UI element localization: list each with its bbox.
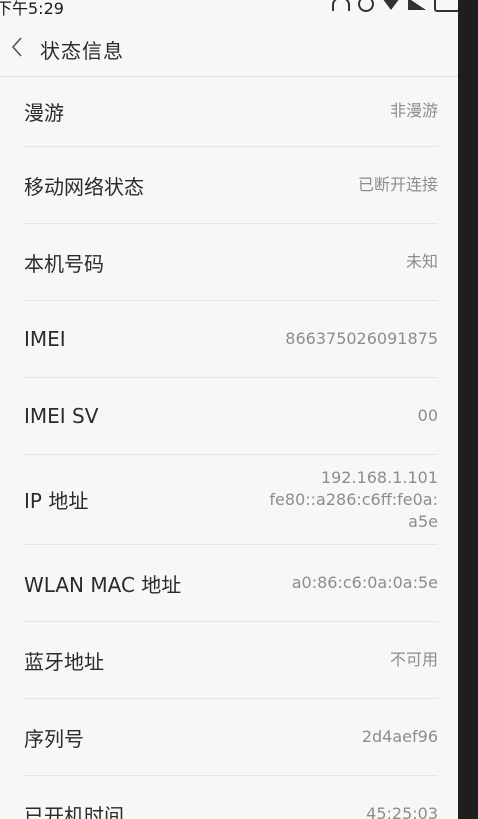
row-value: 不可用 (389, 650, 438, 669)
screen-edge (458, 0, 478, 819)
row-serial-number: 序列号 2d4aef96 (24, 699, 438, 776)
row-label: IP 地址 (24, 489, 89, 513)
row-label: IMEI (24, 327, 66, 351)
row-wlan-mac: WLAN MAC 地址 a0:86:c6:0a:0a:5e (24, 545, 438, 622)
row-label: 漫游 (24, 100, 64, 125)
row-label: IMEI SV (24, 404, 99, 428)
status-list: 漫游 非漫游 移动网络状态 已断开连接 本机号码 未知 IMEI 8663750… (0, 76, 458, 819)
row-label: WLAN MAC 地址 (24, 572, 182, 597)
row-value: 866375026091875 (285, 329, 438, 348)
status-icons (332, 0, 458, 12)
ip-v6-part-1: fe80::a286:c6ff:fe0a: (269, 489, 438, 509)
row-value: 45:25:03 (366, 804, 438, 819)
status-time: 下午5:29 (0, 0, 64, 18)
row-value-multiline: 192.168.1.101 fe80::a286:c6ff:fe0a: a5e (269, 467, 438, 533)
status-info-screen: 下午5:29 状态信息 漫游 非漫游 移动网络状态 已断开连接 本机号码 未知 (0, 0, 458, 819)
row-phone-number: 本机号码 未知 (24, 224, 438, 301)
row-bluetooth-address: 蓝牙地址 不可用 (24, 622, 438, 699)
ip-v6-part-2: a5e (408, 511, 438, 531)
status-bar: 下午5:29 (0, 0, 458, 18)
row-label: 序列号 (24, 726, 84, 751)
page-title: 状态信息 (40, 39, 124, 63)
row-value: a0:86:c6:0a:0a:5e (291, 573, 438, 592)
headset-icon (332, 0, 350, 11)
ip-v4: 192.168.1.101 (320, 467, 438, 487)
wifi-icon (382, 0, 400, 10)
row-value: 未知 (405, 252, 438, 271)
row-value: 2d4aef96 (361, 727, 438, 746)
chevron-left-icon[interactable] (10, 36, 24, 58)
row-value: 已断开连接 (357, 175, 438, 194)
row-uptime: 已开机时间 45:25:03 (24, 776, 438, 819)
alarm-icon (358, 0, 374, 12)
row-mobile-network-state: 移动网络状态 已断开连接 (24, 147, 438, 224)
row-label: 蓝牙地址 (24, 649, 104, 674)
row-label: 本机号码 (24, 251, 104, 276)
row-imei: IMEI 866375026091875 (24, 301, 438, 378)
row-label: 已开机时间 (24, 803, 124, 819)
battery-icon (434, 0, 458, 12)
title-bar: 状态信息 (0, 18, 458, 77)
row-imei-sv: IMEI SV 00 (24, 378, 438, 455)
row-roaming: 漫游 非漫游 (24, 76, 438, 147)
row-value: 非漫游 (389, 101, 438, 120)
signal-icon (408, 0, 426, 10)
row-value: 00 (417, 406, 438, 425)
row-ip-address: IP 地址 192.168.1.101 fe80::a286:c6ff:fe0a… (24, 455, 438, 545)
row-label: 移动网络状态 (24, 174, 144, 199)
